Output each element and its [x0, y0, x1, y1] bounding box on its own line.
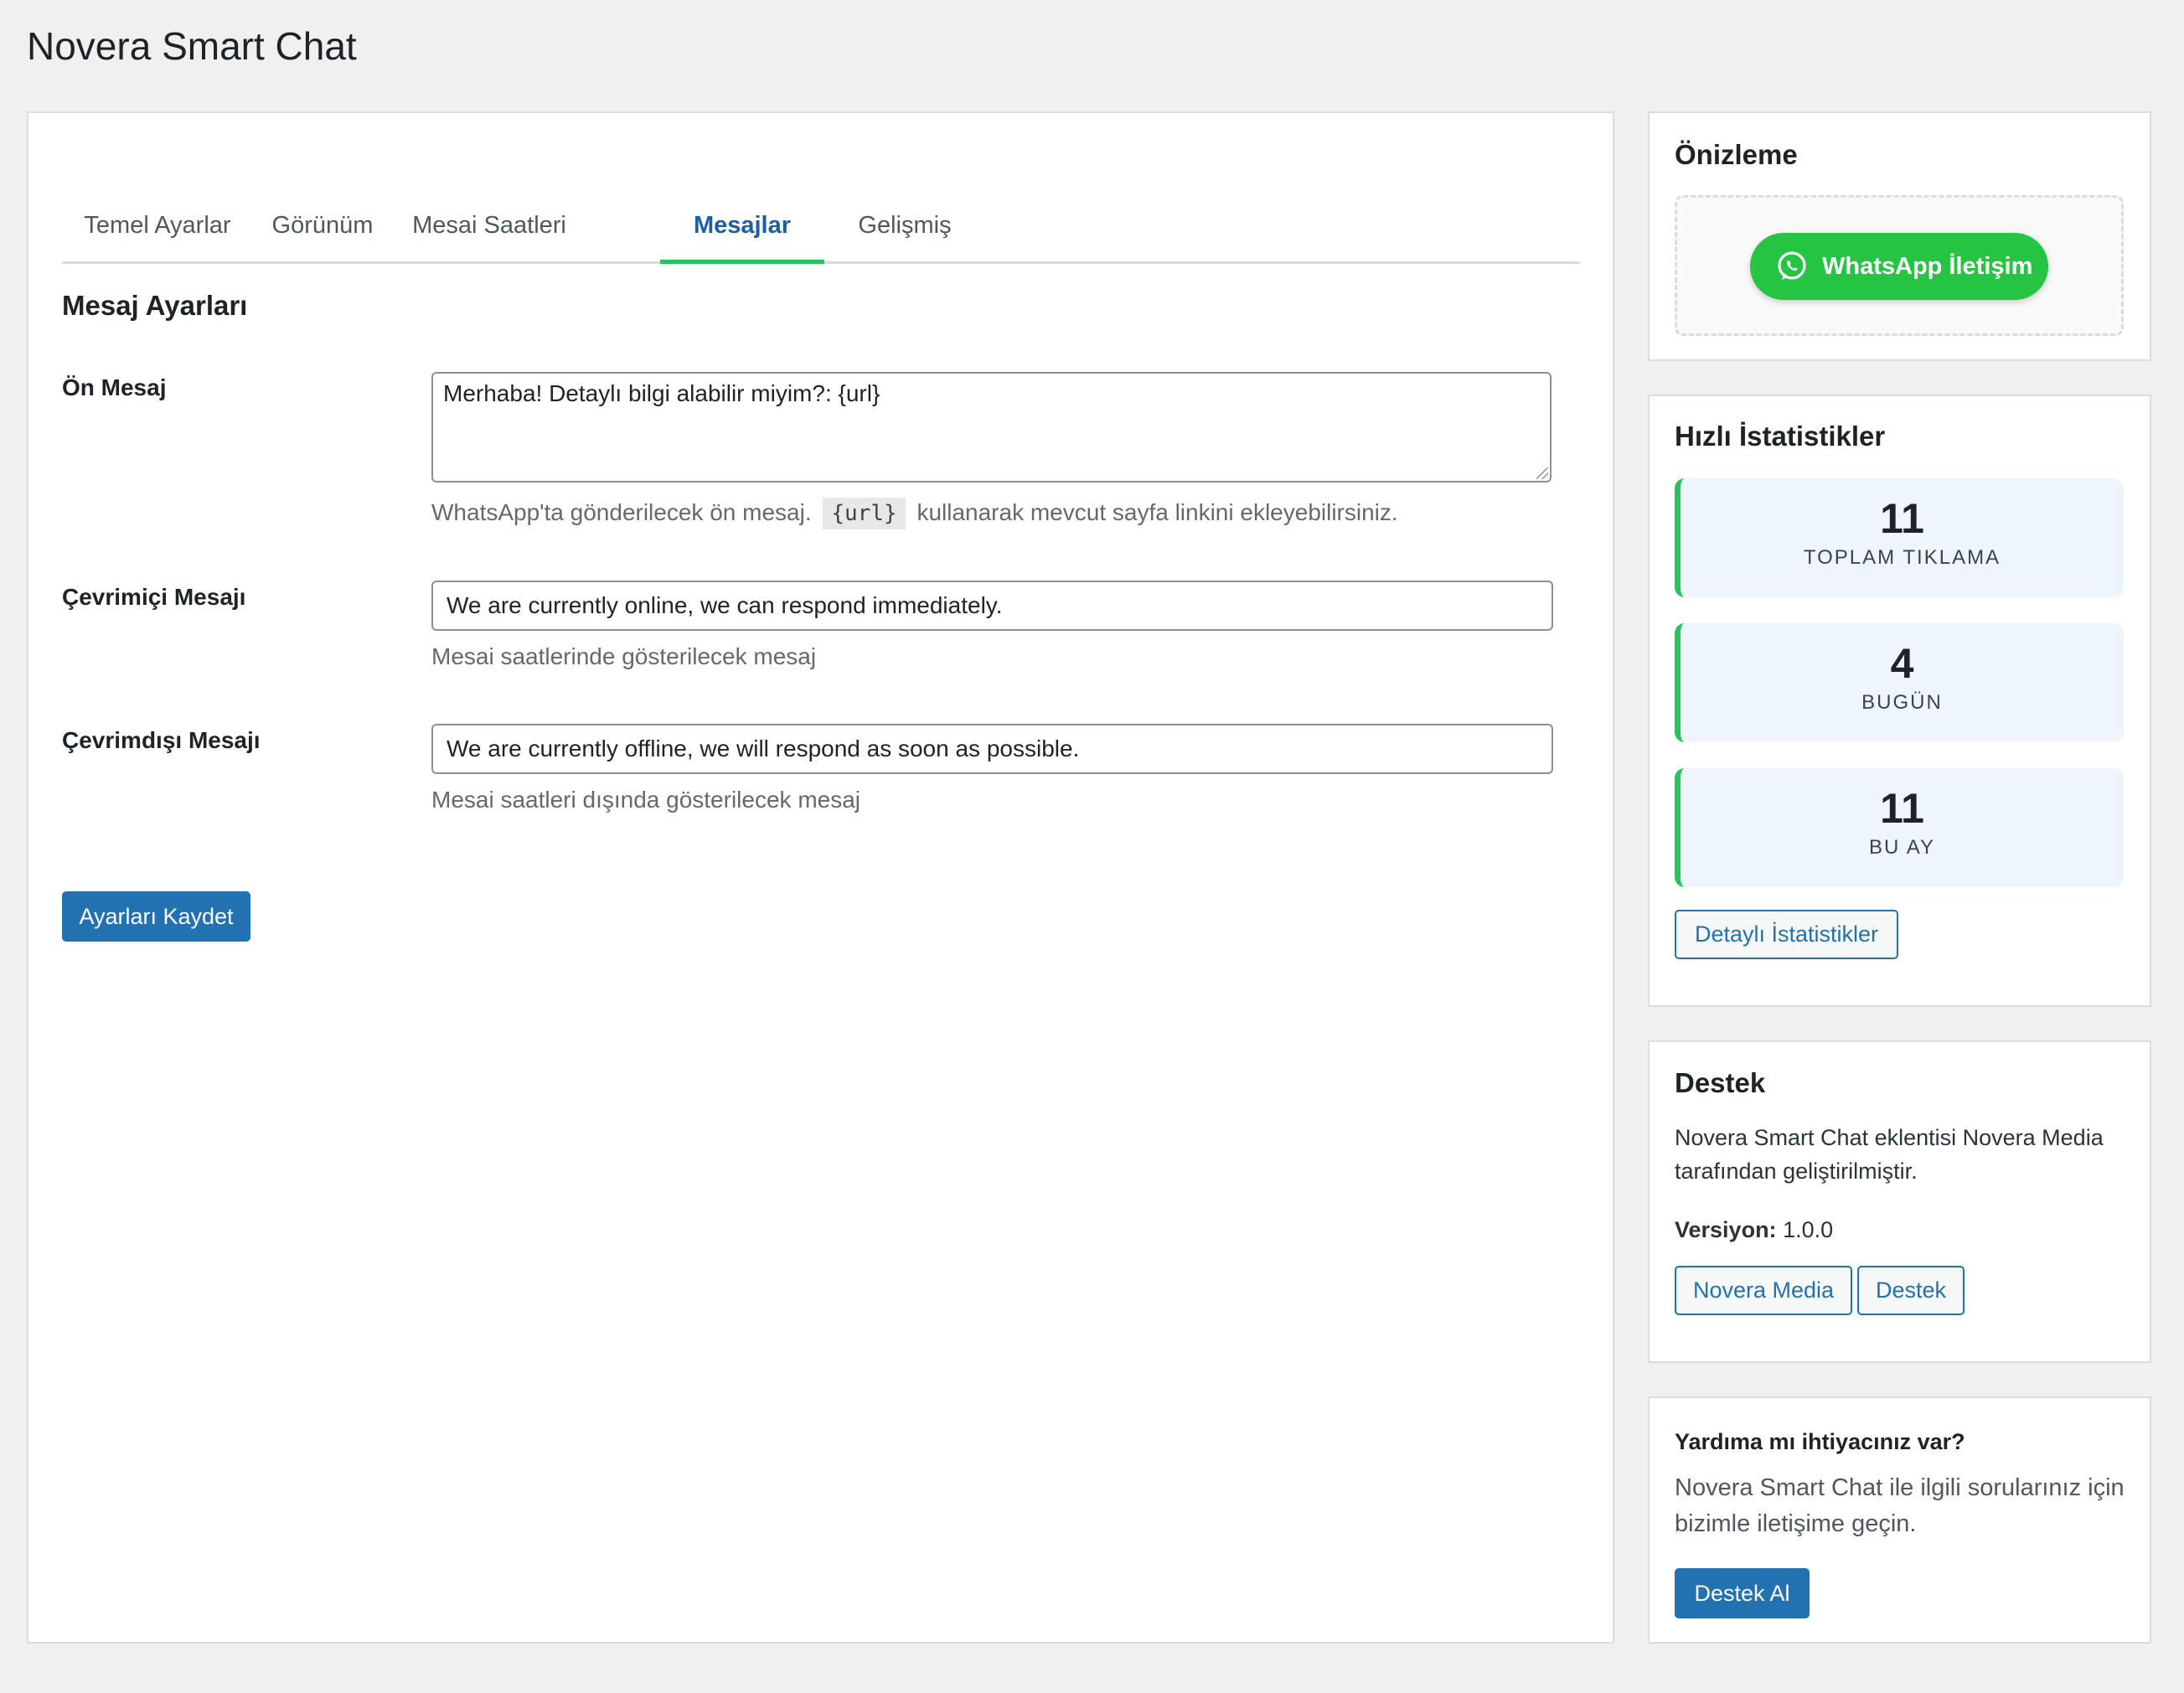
- tab-mesai-saatleri[interactable]: Mesai Saatleri: [392, 187, 586, 264]
- stat-label: BU AY: [1869, 836, 1935, 859]
- online-message-description: Mesai saatlerinde gösterilecek mesaj: [431, 643, 817, 669]
- version-label: Versiyon:: [1675, 1217, 1777, 1242]
- pre-message-label: Ön Mesaj: [62, 374, 167, 400]
- stat-card-this-month: 11 BU AY: [1675, 768, 2124, 887]
- version-info: Versiyon: 1.0.0: [1675, 1213, 1833, 1247]
- section-title: Mesaj Ayarları: [62, 290, 248, 321]
- stat-card-total-clicks: 11 TOPLAM TIKLAMA: [1675, 478, 2124, 597]
- support-panel: Destek Novera Smart Chat eklentisi Nover…: [1648, 1040, 2151, 1363]
- whatsapp-button-label: WhatsApp İletişim: [1822, 252, 2033, 280]
- pre-message-desc-text-2: kullanarak mevcut sayfa linkini ekleyebi…: [916, 499, 1398, 525]
- offline-message-input[interactable]: [431, 724, 1553, 774]
- stats-title: Hızlı İstatistikler: [1675, 421, 1886, 452]
- tab-gorunum[interactable]: Görünüm: [253, 187, 392, 264]
- quick-stats-panel: Hızlı İstatistikler 11 TOPLAM TIKLAMA 4 …: [1648, 395, 2151, 1007]
- online-message-input[interactable]: [431, 581, 1553, 631]
- detailed-stats-button[interactable]: Detaylı İstatistikler: [1675, 910, 1898, 959]
- stat-value: 11: [1880, 785, 1924, 832]
- whatsapp-icon: [1778, 251, 1806, 280]
- whatsapp-contact-button[interactable]: WhatsApp İletişim: [1750, 233, 2048, 300]
- stat-value: 11: [1880, 495, 1924, 542]
- version-value: 1.0.0: [1783, 1217, 1834, 1242]
- tab-mesajlar[interactable]: Mesajlar: [660, 187, 824, 264]
- help-panel: Yardıma mı ihtiyacınız var? Novera Smart…: [1648, 1396, 2151, 1644]
- support-description: Novera Smart Chat eklentisi Novera Media…: [1675, 1125, 2104, 1184]
- stat-value: 4: [1890, 640, 1914, 687]
- settings-panel: Temel Ayarlar Görünüm Mesai Saatleri Mes…: [27, 111, 1614, 1644]
- novera-media-button[interactable]: Novera Media: [1675, 1266, 1852, 1315]
- url-placeholder-code: {url}: [823, 498, 906, 529]
- offline-message-label: Çevrimdışı Mesajı: [62, 727, 261, 753]
- online-message-label: Çevrimiçi Mesajı: [62, 584, 246, 610]
- preview-area: WhatsApp İletişim: [1675, 195, 2124, 336]
- help-description: Novera Smart Chat ile ilgili sorularınız…: [1675, 1474, 2125, 1537]
- pre-message-desc-text: WhatsApp'ta gönderilecek ön mesaj.: [431, 499, 812, 525]
- tab-gelismis[interactable]: Gelişmiş: [824, 187, 985, 264]
- textarea-resize-handle[interactable]: [1536, 467, 1548, 479]
- pre-message-description: WhatsApp'ta gönderilecek ön mesaj. {url}…: [431, 496, 1398, 530]
- preview-panel: Önizleme WhatsApp İletişim: [1648, 111, 2151, 361]
- offline-message-description: Mesai saatleri dışında gösterilecek mesa…: [431, 787, 861, 813]
- help-title: Yardıma mı ihtiyacınız var?: [1675, 1429, 1965, 1454]
- preview-title: Önizleme: [1675, 139, 1798, 170]
- get-support-button[interactable]: Destek Al: [1675, 1568, 1810, 1618]
- page-title: Novera Smart Chat: [27, 24, 357, 68]
- tab-bar: Temel Ayarlar Görünüm Mesai Saatleri Mes…: [62, 187, 1580, 264]
- stat-card-today: 4 BUGÜN: [1675, 623, 2124, 742]
- save-settings-button[interactable]: Ayarları Kaydet: [62, 891, 250, 942]
- tab-temel-ayarlar[interactable]: Temel Ayarlar: [62, 187, 253, 264]
- stat-label: BUGÜN: [1861, 691, 1943, 714]
- stat-label: TOPLAM TIKLAMA: [1803, 546, 2001, 569]
- support-link-button[interactable]: Destek: [1857, 1266, 1965, 1315]
- support-title: Destek: [1675, 1067, 1766, 1098]
- pre-message-textarea[interactable]: Merhaba! Detaylı bilgi alabilir miyim?: …: [431, 372, 1552, 483]
